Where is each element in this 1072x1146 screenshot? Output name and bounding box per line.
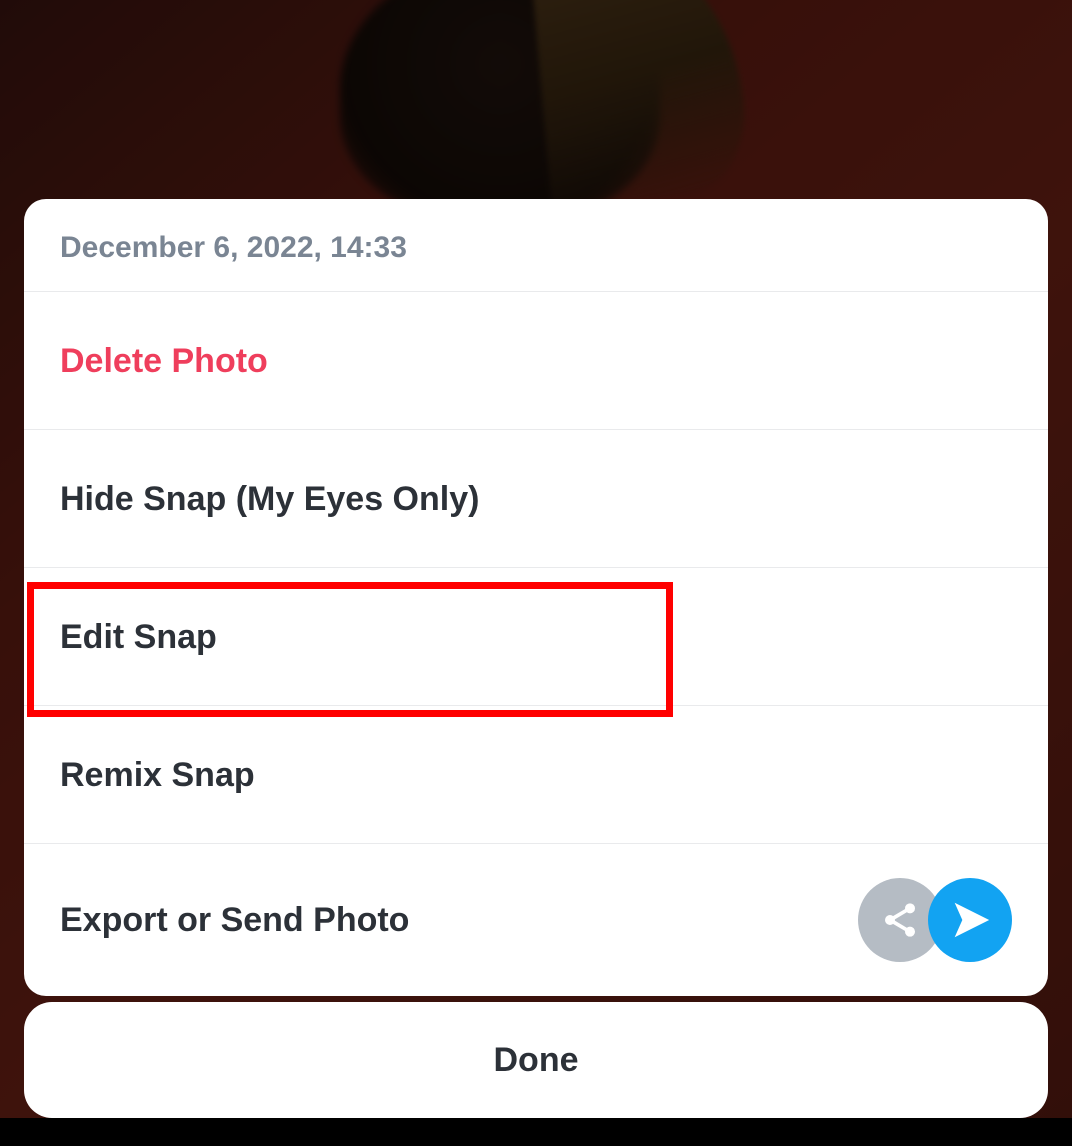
timestamp-label: December 6, 2022, 14:33: [24, 199, 1048, 291]
delete-photo-button[interactable]: Delete Photo: [24, 292, 1048, 429]
menu-item-label: Hide Snap (My Eyes Only): [60, 480, 479, 519]
bottom-strip: [0, 1118, 1072, 1146]
remix-snap-button[interactable]: Remix Snap: [24, 706, 1048, 843]
export-send-photo-button[interactable]: Export or Send Photo: [24, 844, 1048, 996]
hide-snap-button[interactable]: Hide Snap (My Eyes Only): [24, 430, 1048, 567]
done-button[interactable]: Done: [24, 1002, 1048, 1118]
export-icons: [858, 878, 1012, 962]
done-label: Done: [494, 1041, 579, 1080]
menu-item-label: Remix Snap: [60, 756, 255, 795]
send-icon[interactable]: [928, 878, 1012, 962]
menu-item-label: Edit Snap: [60, 618, 217, 657]
action-sheet: December 6, 2022, 14:33 Delete Photo Hid…: [24, 199, 1048, 996]
menu-item-label: Delete Photo: [60, 342, 268, 381]
menu-item-label: Export or Send Photo: [60, 901, 409, 940]
edit-snap-button[interactable]: Edit Snap: [24, 568, 1048, 705]
